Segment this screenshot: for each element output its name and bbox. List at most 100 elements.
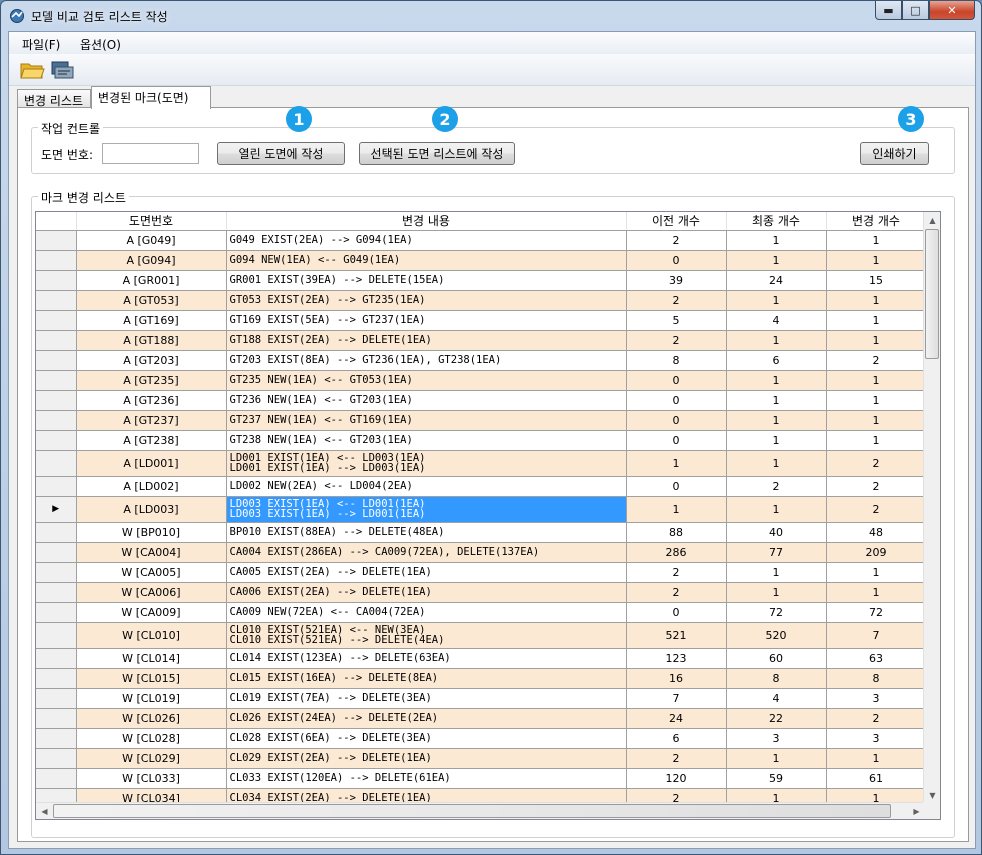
cell-final-count[interactable]: 1	[726, 410, 827, 431]
menu-options[interactable]: 옵션(O)	[80, 36, 121, 53]
horizontal-scrollbar[interactable]: ◀ ▶	[36, 802, 925, 819]
row-header[interactable]	[36, 250, 77, 271]
vertical-scroll-thumb[interactable]	[925, 229, 939, 359]
cell-prev-count[interactable]: 2	[626, 562, 727, 583]
menu-file[interactable]: 파일(F)	[22, 36, 60, 53]
row-header[interactable]	[36, 602, 77, 623]
cell-change-count[interactable]: 1	[826, 230, 927, 251]
cell-prev-count[interactable]: 2	[626, 748, 727, 769]
cell-final-count[interactable]: 1	[726, 562, 827, 583]
cell-change-count[interactable]: 3	[826, 688, 927, 709]
row-header[interactable]	[36, 728, 77, 749]
cell-change-count[interactable]: 209	[826, 542, 927, 563]
cell-prev-count[interactable]: 2	[626, 290, 727, 311]
cell-change-count[interactable]: 1	[826, 290, 927, 311]
table-row[interactable]: W [CL014] CL014 EXIST(123EA) --> DELETE(6…	[36, 648, 927, 669]
cell-drawing-no[interactable]: W [CL014]	[76, 648, 227, 669]
cell-change-desc[interactable]: G094 NEW(1EA) <-- G049(1EA)	[226, 250, 627, 271]
col-header-change-desc[interactable]: 변경 내용	[226, 212, 627, 231]
cell-change-count[interactable]: 1	[826, 430, 927, 451]
maximize-button[interactable]: □	[902, 1, 929, 20]
table-row[interactable]: W [CA004] CA004 EXIST(286EA) --> CA009(72…	[36, 542, 927, 563]
cell-drawing-no[interactable]: W [CA006]	[76, 582, 227, 603]
title-bar[interactable]: 모델 비교 검토 리스트 작성 ▬ □ ✕	[1, 1, 981, 31]
cell-change-count[interactable]: 48	[826, 522, 927, 543]
cell-drawing-no[interactable]: A [G049]	[76, 230, 227, 251]
cell-final-count[interactable]: 1	[726, 430, 827, 451]
cell-prev-count[interactable]: 5	[626, 310, 727, 331]
cell-prev-count[interactable]: 0	[626, 390, 727, 411]
cell-change-desc[interactable]: GT236 NEW(1EA) <-- GT203(1EA)	[226, 390, 627, 411]
minimize-button[interactable]: ▬	[875, 1, 902, 20]
row-header[interactable]	[36, 542, 77, 563]
cell-prev-count[interactable]: 0	[626, 410, 727, 431]
cell-change-desc[interactable]: GT169 EXIST(5EA) --> GT237(1EA)	[226, 310, 627, 331]
cell-change-desc[interactable]: GT053 EXIST(2EA) --> GT235(1EA)	[226, 290, 627, 311]
cell-change-desc[interactable]: GT235 NEW(1EA) <-- GT053(1EA)	[226, 370, 627, 391]
scan-drawing-icon[interactable]	[49, 58, 75, 82]
table-row[interactable]: A [LD002] LD002 NEW(2EA) <-- LD004(2EA) 0 2…	[36, 476, 927, 497]
cell-drawing-no[interactable]: A [LD001]	[76, 450, 227, 477]
cell-change-count[interactable]: 3	[826, 728, 927, 749]
cell-final-count[interactable]: 520	[726, 622, 827, 649]
write-open-drawing-button[interactable]: 열린 도면에 작성	[217, 142, 345, 165]
cell-prev-count[interactable]: 24	[626, 708, 727, 729]
cell-drawing-no[interactable]: A [GT237]	[76, 410, 227, 431]
cell-final-count[interactable]: 1	[726, 450, 827, 477]
table-row[interactable]: A [G094] G094 NEW(1EA) <-- G049(1EA) 0 1 1	[36, 250, 927, 271]
cell-drawing-no[interactable]: W [CL026]	[76, 708, 227, 729]
table-row[interactable]: ▶ A [LD003] LD003 EXIST(1EA) <-- LD001(1EA…	[36, 496, 927, 523]
table-row[interactable]: A [LD001] LD001 EXIST(1EA) <-- LD003(1EA)…	[36, 450, 927, 477]
table-row[interactable]: A [GT236] GT236 NEW(1EA) <-- GT203(1EA) 0 1…	[36, 390, 927, 411]
col-header-change-count[interactable]: 변경 개수	[826, 212, 927, 231]
row-header[interactable]	[36, 708, 77, 729]
cell-prev-count[interactable]: 16	[626, 668, 727, 689]
row-header[interactable]	[36, 522, 77, 543]
open-folder-icon[interactable]	[19, 58, 45, 82]
cell-change-desc[interactable]: GR001 EXIST(39EA) --> DELETE(15EA)	[226, 270, 627, 291]
vertical-scrollbar[interactable]: ▲ ▼	[923, 212, 940, 804]
row-header[interactable]	[36, 748, 77, 769]
mark-change-grid[interactable]: 도면번호 변경 내용 이전 개수 최종 개수 변경 개수 A [G049] G04…	[35, 211, 941, 820]
row-header[interactable]	[36, 290, 77, 311]
cell-change-desc[interactable]: CL028 EXIST(6EA) --> DELETE(3EA)	[226, 728, 627, 749]
close-button[interactable]: ✕	[929, 1, 975, 20]
table-row[interactable]: A [GT188] GT188 EXIST(2EA) --> DELETE(1EA…	[36, 330, 927, 351]
col-header-drawing-no[interactable]: 도면번호	[76, 212, 227, 231]
row-header[interactable]	[36, 330, 77, 351]
table-row[interactable]: W [CL010] CL010 EXIST(521EA) <-- NEW(3EA)…	[36, 622, 927, 649]
cell-prev-count[interactable]: 2	[626, 582, 727, 603]
cell-change-count[interactable]: 1	[826, 410, 927, 431]
table-row[interactable]: W [CA005] CA005 EXIST(2EA) --> DELETE(1EA…	[36, 562, 927, 583]
cell-change-count[interactable]: 1	[826, 582, 927, 603]
cell-change-desc[interactable]: CL026 EXIST(24EA) --> DELETE(2EA)	[226, 708, 627, 729]
cell-final-count[interactable]: 40	[726, 522, 827, 543]
horizontal-scroll-thumb[interactable]	[53, 804, 891, 818]
print-button[interactable]: 인쇄하기	[860, 142, 929, 165]
cell-drawing-no[interactable]: A [GT236]	[76, 390, 227, 411]
cell-change-count[interactable]: 1	[826, 330, 927, 351]
cell-prev-count[interactable]: 8	[626, 350, 727, 371]
cell-final-count[interactable]: 8	[726, 668, 827, 689]
cell-change-desc[interactable]: CA009 NEW(72EA) <-- CA004(72EA)	[226, 602, 627, 623]
write-selected-list-button[interactable]: 선택된 도면 리스트에 작성	[359, 142, 515, 165]
table-row[interactable]: W [CA009] CA009 NEW(72EA) <-- CA004(72EA)…	[36, 602, 927, 623]
cell-change-desc[interactable]: CL029 EXIST(2EA) --> DELETE(1EA)	[226, 748, 627, 769]
cell-prev-count[interactable]: 0	[626, 250, 727, 271]
cell-prev-count[interactable]: 521	[626, 622, 727, 649]
cell-change-desc[interactable]: CA004 EXIST(286EA) --> CA009(72EA), DELE…	[226, 542, 627, 563]
cell-drawing-no[interactable]: A [LD002]	[76, 476, 227, 497]
row-header[interactable]	[36, 410, 77, 431]
row-header[interactable]	[36, 768, 77, 789]
tab-change-list[interactable]: 변경 리스트	[17, 89, 91, 108]
cell-final-count[interactable]: 1	[726, 370, 827, 391]
table-row[interactable]: A [GR001] GR001 EXIST(39EA) --> DELETE(15…	[36, 270, 927, 291]
cell-change-desc[interactable]: CL014 EXIST(123EA) --> DELETE(63EA)	[226, 648, 627, 669]
cell-prev-count[interactable]: 0	[626, 476, 727, 497]
cell-change-count[interactable]: 2	[826, 496, 927, 523]
cell-change-count[interactable]: 1	[826, 562, 927, 583]
row-header[interactable]	[36, 648, 77, 669]
cell-change-count[interactable]: 15	[826, 270, 927, 291]
col-header-prev-count[interactable]: 이전 개수	[626, 212, 727, 231]
row-header[interactable]	[36, 668, 77, 689]
